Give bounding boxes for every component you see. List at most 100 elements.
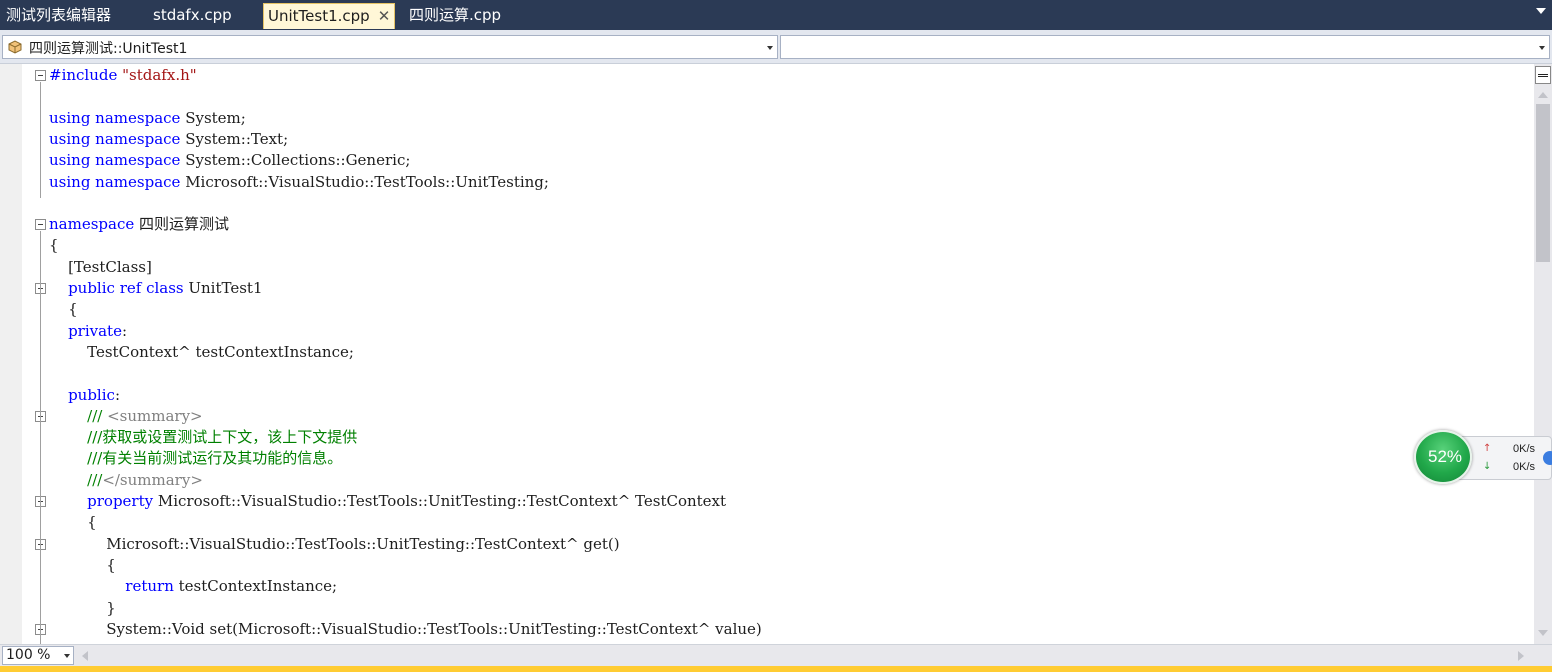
code-token: /// — [49, 470, 103, 489]
code-token: System::Void set(Microsoft::VisualStudio… — [49, 619, 762, 638]
code-line: { — [49, 235, 59, 256]
status-bar — [0, 666, 1552, 672]
code-line: TestContext^ testContextInstance; — [49, 342, 354, 363]
code-token: { — [49, 555, 116, 574]
upload-arrow-icon: ↑ — [1483, 443, 1492, 454]
download-arrow-icon: ↓ — [1483, 461, 1492, 472]
zoom-level: 100 % — [6, 647, 51, 663]
code-token: { — [49, 513, 97, 532]
code-token: System::Collections::Generic; — [180, 151, 411, 170]
code-token: </summary> — [102, 470, 203, 489]
code-token: Microsoft::VisualStudio::TestTools::Unit… — [49, 534, 620, 553]
code-line: return testContextInstance; — [49, 576, 337, 597]
close-icon[interactable]: ✕ — [378, 4, 391, 28]
scroll-right-icon[interactable] — [1518, 651, 1524, 661]
code-token: System::Text; — [180, 129, 289, 148]
document-tab-strip: 测试列表编辑器 stdafx.cpp UnitTest1.cpp ✕ 四则运算.c… — [0, 0, 1552, 30]
code-line: using namespace System; — [49, 108, 246, 129]
code-token: public ref class — [49, 279, 184, 297]
tab-test-list-editor[interactable]: 测试列表编辑器 — [6, 3, 111, 29]
editor-bottom-bar: 100 % — [0, 644, 1552, 666]
navigation-bar: 四则运算测试::UnitTest1 — [0, 30, 1552, 64]
collapse-outline-icon[interactable] — [35, 70, 46, 81]
code-token: 四则运算测试 — [134, 215, 230, 234]
code-token: ///获取或设置测试上下文，该上下文提供 — [49, 428, 358, 447]
tab-list-dropdown-icon[interactable] — [1536, 8, 1546, 14]
split-window-handle-icon[interactable] — [1535, 66, 1551, 84]
code-token: /// — [49, 406, 108, 425]
member-dropdown[interactable] — [780, 35, 1550, 59]
code-line: ///有关当前测试运行及其功能的信息。 — [49, 448, 342, 469]
code-token: public — [49, 385, 115, 404]
network-speed-widget[interactable]: ↑ 0K/s ↓ 0K/s 52% — [1414, 430, 1552, 484]
code-token: UnitTest1 — [183, 279, 263, 297]
outline-guide-line — [40, 635, 41, 644]
memory-usage-ball[interactable]: 52% — [1414, 430, 1472, 484]
code-line: namespace 四则运算测试 — [49, 214, 229, 235]
code-line: ///获取或设置测试上下文，该上下文提供 — [49, 427, 357, 448]
scroll-down-icon[interactable] — [1538, 630, 1548, 636]
code-line: property Microsoft::VisualStudio::TestTo… — [49, 491, 726, 512]
code-token: : — [114, 385, 120, 404]
tab-unittest1-cpp[interactable]: UnitTest1.cpp ✕ — [263, 3, 396, 29]
code-token: TestContext^ testContextInstance; — [49, 342, 354, 361]
scroll-thumb[interactable] — [1536, 104, 1550, 262]
outline-guide-line — [40, 550, 41, 603]
outline-guide-line — [40, 422, 41, 475]
code-token: property — [49, 492, 154, 510]
code-token: using namespace — [49, 172, 181, 191]
code-line: /// <summary> — [49, 406, 202, 427]
code-token: "stdafx.h" — [122, 66, 197, 84]
class-icon — [8, 40, 22, 54]
code-editor[interactable]: #include "stdafx.h" using namespace Syste… — [0, 64, 1534, 644]
code-token: : — [121, 321, 128, 340]
upload-speed: 0K/s — [1512, 443, 1535, 455]
code-token: using namespace — [49, 129, 181, 148]
chevron-down-icon — [767, 46, 773, 50]
expand-icon[interactable] — [1543, 451, 1552, 465]
code-token: namespace — [49, 215, 135, 234]
code-line: } — [49, 598, 116, 619]
scroll-up-icon[interactable] — [1538, 92, 1548, 98]
tab-sizeyunsuan-cpp[interactable]: 四则运算.cpp — [409, 3, 501, 29]
code-line: using namespace System::Collections::Gen… — [49, 150, 410, 171]
code-token: { — [49, 300, 78, 319]
code-line: public ref class UnitTest1 — [49, 278, 263, 299]
code-line: { — [49, 299, 78, 320]
horizontal-scrollbar[interactable] — [78, 647, 1528, 664]
code-token: Microsoft::VisualStudio::TestTools::Unit… — [180, 172, 549, 191]
code-token: using namespace — [49, 108, 181, 127]
code-line: using namespace Microsoft::VisualStudio:… — [49, 172, 549, 193]
code-line: { — [49, 555, 116, 576]
code-line: System::Void set(Microsoft::VisualStudio… — [49, 619, 762, 640]
code-token: testContextInstance; — [173, 577, 338, 596]
code-line: #include "stdafx.h" — [49, 65, 197, 86]
collapse-outline-icon[interactable] — [35, 219, 46, 231]
code-token: System; — [180, 108, 246, 127]
download-speed: 0K/s — [1512, 461, 1535, 473]
code-line: [TestClass] — [49, 257, 152, 278]
vertical-scrollbar[interactable] — [1534, 64, 1552, 644]
tab-label: UnitTest1.cpp — [268, 7, 370, 25]
code-text-area[interactable]: #include "stdafx.h" using namespace Syste… — [0, 64, 1534, 644]
code-token: return — [49, 577, 174, 596]
code-token: [TestClass] — [49, 257, 152, 276]
code-line: Microsoft::VisualStudio::TestTools::Unit… — [49, 534, 620, 555]
scope-dropdown[interactable]: 四则运算测试::UnitTest1 — [2, 35, 778, 59]
chevron-down-icon — [64, 654, 70, 658]
code-token: ///有关当前测试运行及其功能的信息。 — [49, 449, 343, 468]
zoom-dropdown[interactable]: 100 % — [2, 646, 74, 665]
chevron-down-icon — [1539, 46, 1545, 50]
code-line: using namespace System::Text; — [49, 129, 288, 150]
code-token: } — [49, 598, 116, 617]
scope-label: 四则运算测试::UnitTest1 — [29, 41, 188, 57]
code-line: { — [49, 512, 97, 533]
tab-stdafx-cpp[interactable]: stdafx.cpp — [153, 3, 232, 29]
scroll-left-icon[interactable] — [82, 651, 88, 661]
code-token: { — [49, 236, 59, 255]
code-line: private: — [49, 321, 127, 342]
outline-guide-line — [40, 82, 41, 198]
code-token: #include — [49, 66, 123, 84]
code-token: using namespace — [49, 151, 181, 170]
code-line: public: — [49, 385, 120, 406]
